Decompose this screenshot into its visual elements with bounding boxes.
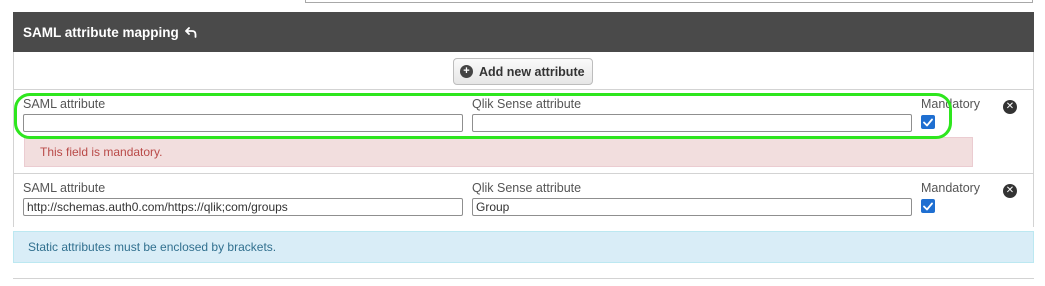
checkmark-icon	[923, 202, 933, 210]
mandatory-checkbox[interactable]	[921, 199, 935, 213]
remove-row-icon[interactable]: ✕	[1003, 100, 1017, 114]
info-message: Static attributes must be enclosed by br…	[13, 231, 1034, 263]
mandatory-label: Mandatory	[921, 97, 981, 111]
panel-title: SAML attribute mapping	[23, 24, 179, 40]
saml-attribute-label: SAML attribute	[23, 97, 106, 111]
add-new-attribute-label: Add new attribute	[479, 64, 585, 79]
qlik-sense-attribute-input[interactable]	[472, 198, 912, 216]
add-new-attribute-button[interactable]: + Add new attribute	[453, 58, 593, 85]
saml-attribute-label: SAML attribute	[23, 181, 106, 195]
add-attribute-row: + Add new attribute	[14, 52, 1033, 90]
error-message: This field is mandatory.	[24, 137, 973, 167]
saml-attribute-input[interactable]	[23, 114, 463, 132]
saml-attribute-input[interactable]	[23, 198, 463, 216]
qlik-sense-attribute-input[interactable]	[472, 114, 912, 132]
mapping-row: SAML attribute Qlik Sense attribute Mand…	[14, 90, 1033, 174]
divider	[13, 278, 1034, 279]
checkmark-icon	[923, 118, 933, 126]
previous-input-field[interactable]	[305, 0, 1033, 3]
attribute-mapping-panel: + Add new attribute SAML attribute Qlik …	[13, 52, 1034, 227]
qlik-sense-attribute-label: Qlik Sense attribute	[472, 97, 582, 111]
panel-header: SAML attribute mapping	[13, 12, 1034, 52]
mandatory-checkbox[interactable]	[921, 115, 935, 129]
plus-circle-icon: +	[460, 65, 473, 78]
mapping-row: SAML attribute Qlik Sense attribute Mand…	[14, 174, 1033, 227]
mandatory-label: Mandatory	[921, 181, 981, 195]
qlik-sense-attribute-label: Qlik Sense attribute	[472, 181, 582, 195]
remove-row-icon[interactable]: ✕	[1003, 184, 1017, 198]
undo-icon[interactable]	[184, 26, 197, 38]
